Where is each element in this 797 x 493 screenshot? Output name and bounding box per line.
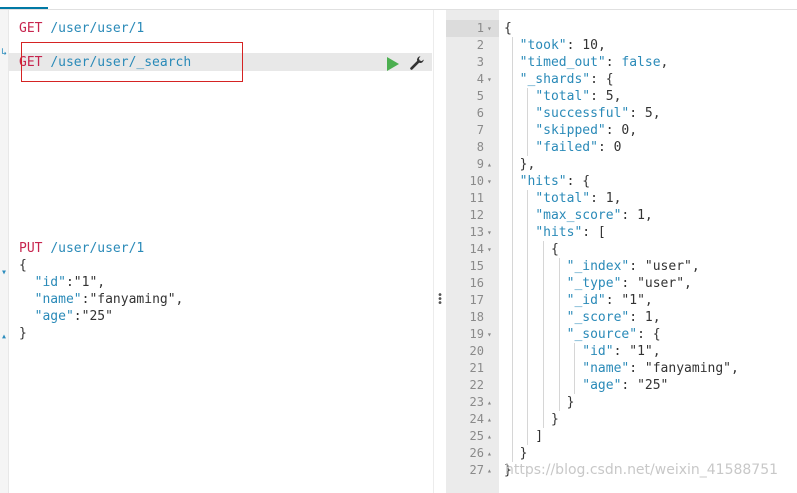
indent-guide — [527, 88, 529, 156]
indent-guide — [543, 241, 544, 428]
fold-down-icon[interactable]: ▾ — [487, 241, 497, 258]
response-line: "hits": { — [519, 174, 591, 189]
fold-up-icon[interactable]: ▴ — [0, 332, 8, 342]
line-number: 26 — [469, 446, 484, 460]
body-line-age: "age":"25" — [34, 309, 113, 324]
line-number: 3 — [476, 55, 484, 69]
json-value: "1", — [73, 275, 106, 290]
fold-up-icon[interactable]: ▴ — [487, 428, 497, 445]
line-number: 27 — [469, 463, 484, 477]
fold-up-icon[interactable]: ▴ — [487, 156, 497, 173]
left-editor-gutter: ↳ ▾ ▴ — [0, 10, 9, 493]
json-key: "name" — [34, 292, 82, 307]
line-number: 1 — [476, 21, 484, 35]
fold-up-icon[interactable]: ▴ — [487, 394, 497, 411]
line-number: 15 — [469, 259, 484, 273]
fold-down-icon[interactable]: ▾ — [487, 224, 497, 241]
response-line: ] — [504, 429, 544, 444]
fold-down-icon[interactable]: ▾ — [487, 20, 497, 37]
response-line: "name": "fanyaming", — [582, 361, 739, 376]
line-number: 22 — [469, 378, 484, 392]
indent-guide — [527, 190, 529, 445]
response-line: } — [504, 446, 528, 461]
indent-guide — [511, 37, 513, 462]
response-viewer: { "took": 10, "timed_out": false, "_shar… — [500, 20, 797, 493]
line-number: 23 — [469, 395, 484, 409]
wrench-icon[interactable] — [409, 55, 425, 71]
json-key: "age" — [34, 309, 74, 324]
pane-divider[interactable]: • • • — [433, 10, 447, 493]
body-open-brace: { — [19, 258, 27, 273]
line-number: 16 — [469, 276, 484, 290]
line-number: 4 — [476, 72, 484, 86]
watermark: https://blog.csdn.net/weixin_41588751 — [505, 462, 779, 478]
play-icon[interactable] — [386, 57, 400, 71]
annotation-highlight-box — [21, 42, 243, 82]
line-number: 11 — [469, 191, 484, 205]
line-number: 21 — [469, 361, 484, 375]
fold-up-icon[interactable]: ▴ — [487, 411, 497, 428]
response-line: "failed": 0 — [535, 140, 622, 155]
response-line: "hits": [ — [535, 225, 606, 240]
response-line: "_index": "user", — [566, 259, 700, 274]
response-line: "skipped": 0, — [535, 123, 638, 138]
line-number: 18 — [469, 310, 484, 324]
request-editor[interactable]: GET /user/user/1 GET /user/user/_search … — [9, 10, 432, 493]
fold-down-icon[interactable]: ▾ — [487, 326, 497, 343]
active-tab-indicator — [0, 7, 48, 9]
body-close-brace: } — [19, 326, 27, 341]
request-line-1[interactable]: GET /user/user/1 — [19, 20, 144, 37]
line-number: 12 — [469, 208, 484, 222]
line-number: 19 — [469, 327, 484, 341]
request-method: GET — [19, 21, 43, 36]
line-number: 10 — [469, 174, 484, 188]
response-line: "timed_out": false, — [519, 55, 669, 70]
indent-guide — [558, 258, 560, 411]
line-number: 17 — [469, 293, 484, 307]
drag-handle-icon[interactable]: • • • — [437, 291, 443, 309]
indent-guide — [574, 343, 576, 394]
response-line: "age": "25" — [582, 378, 669, 393]
request-method: PUT — [19, 241, 43, 256]
gutter-marker: ↳ — [0, 47, 8, 58]
line-number: 6 — [476, 106, 484, 120]
line-number: 7 — [476, 123, 484, 137]
response-line: { — [504, 21, 512, 36]
json-value: "25" — [81, 309, 113, 324]
response-line: "_id": "1", — [566, 293, 653, 308]
request-line-3[interactable]: PUT /user/user/1 — [19, 240, 144, 257]
fold-up-icon[interactable]: ▴ — [487, 462, 497, 479]
line-number: 5 — [476, 89, 484, 103]
response-line: }, — [504, 157, 536, 172]
line-number: 13 — [469, 225, 484, 239]
line-number: 9 — [476, 157, 484, 171]
json-key: "id" — [34, 275, 66, 290]
response-line: "_type": "user", — [566, 276, 692, 291]
response-line: "total": 1, — [535, 191, 622, 206]
top-tab-bar — [0, 0, 797, 10]
response-line: "total": 5, — [535, 89, 622, 104]
response-line: "max_score": 1, — [535, 208, 653, 223]
line-number: 14 — [469, 242, 484, 256]
body-line-id: "id":"1", — [34, 275, 106, 290]
line-number: 20 — [469, 344, 484, 358]
fold-down-icon[interactable]: ▾ — [0, 268, 8, 278]
line-number: 8 — [476, 140, 484, 154]
response-line: "took": 10, — [519, 38, 606, 53]
line-number: 25 — [469, 429, 484, 443]
fold-down-icon[interactable]: ▾ — [487, 71, 497, 88]
request-path: /user/user/1 — [50, 241, 145, 256]
response-line: } — [504, 395, 575, 410]
line-number: 24 — [469, 412, 484, 426]
line-number: 2 — [476, 38, 484, 52]
body-line-name: "name":"fanyaming", — [34, 292, 184, 307]
response-line: "_shards": { — [519, 72, 614, 87]
json-value: "fanyaming", — [89, 292, 184, 307]
fold-down-icon[interactable]: ▾ — [487, 173, 497, 190]
fold-up-icon[interactable]: ▴ — [487, 445, 497, 462]
request-path: /user/user/1 — [50, 21, 145, 36]
